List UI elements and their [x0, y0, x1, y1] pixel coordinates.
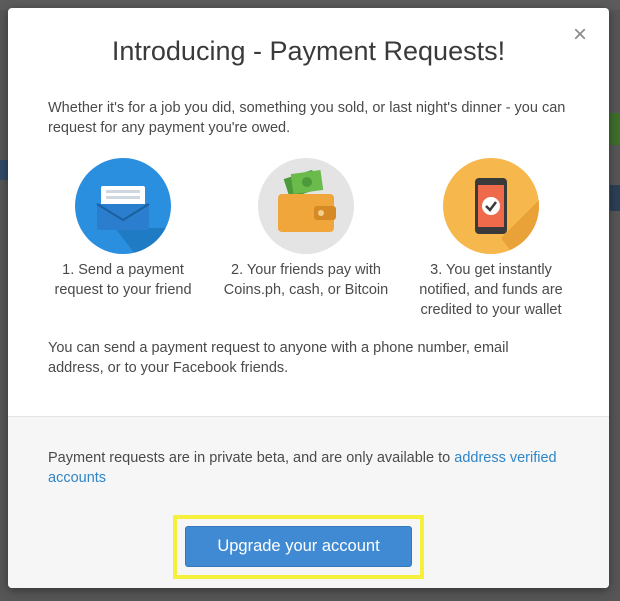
- step-3-label: 3. You get instantly notified, and funds…: [419, 262, 563, 318]
- modal-footer: Payment requests are in private beta, an…: [8, 416, 609, 588]
- beta-text: Payment requests are in private beta, an…: [48, 450, 455, 466]
- modal-title: Introducing - Payment Requests!: [111, 36, 506, 66]
- envelope-icon: [75, 158, 171, 254]
- phone-check-icon: [443, 158, 539, 254]
- step-get-notified: 3. You get instantly notified, and funds…: [406, 158, 576, 320]
- step-friends-pay: 2. Your friends pay with Coins.ph, cash,…: [221, 158, 391, 300]
- background-accent-blue: [610, 185, 620, 211]
- background-accent-green: [610, 113, 620, 145]
- payment-requests-modal: × Introducing - Payment Requests! Whethe…: [8, 8, 609, 588]
- recipients-note: You can send a payment request to anyone…: [48, 340, 509, 376]
- upgrade-account-button[interactable]: Upgrade your account: [185, 526, 412, 567]
- intro-text: Whether it's for a job you did, somethin…: [48, 100, 566, 136]
- beta-notice: Payment requests are in private beta, an…: [48, 448, 578, 488]
- background-accent-left: [0, 160, 8, 180]
- step-send-request: 1. Send a payment request to your friend: [38, 158, 208, 300]
- step-2-label: 2. Your friends pay with Coins.ph, cash,…: [223, 262, 389, 298]
- wallet-icon: [258, 158, 354, 254]
- step-1-label: 1. Send a payment request to your friend: [54, 262, 192, 298]
